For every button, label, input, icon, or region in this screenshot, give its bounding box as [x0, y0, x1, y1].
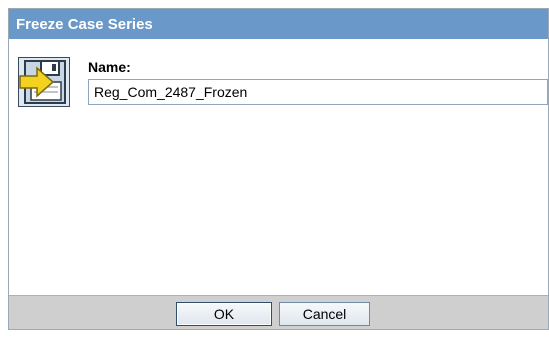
dialog-title: Freeze Case Series: [16, 15, 153, 33]
cancel-button[interactable]: Cancel: [279, 302, 370, 326]
freeze-case-series-dialog: Freeze Case Series Name: OK Cancel: [8, 8, 549, 330]
name-input[interactable]: [88, 79, 548, 105]
freeze-case-series-icon: [18, 57, 70, 107]
ok-button[interactable]: OK: [176, 302, 272, 326]
dialog-titlebar: Freeze Case Series: [9, 9, 548, 39]
dialog-content: Name:: [9, 39, 548, 297]
dialog-footer: OK Cancel: [9, 295, 548, 329]
name-label: Name:: [88, 59, 131, 75]
